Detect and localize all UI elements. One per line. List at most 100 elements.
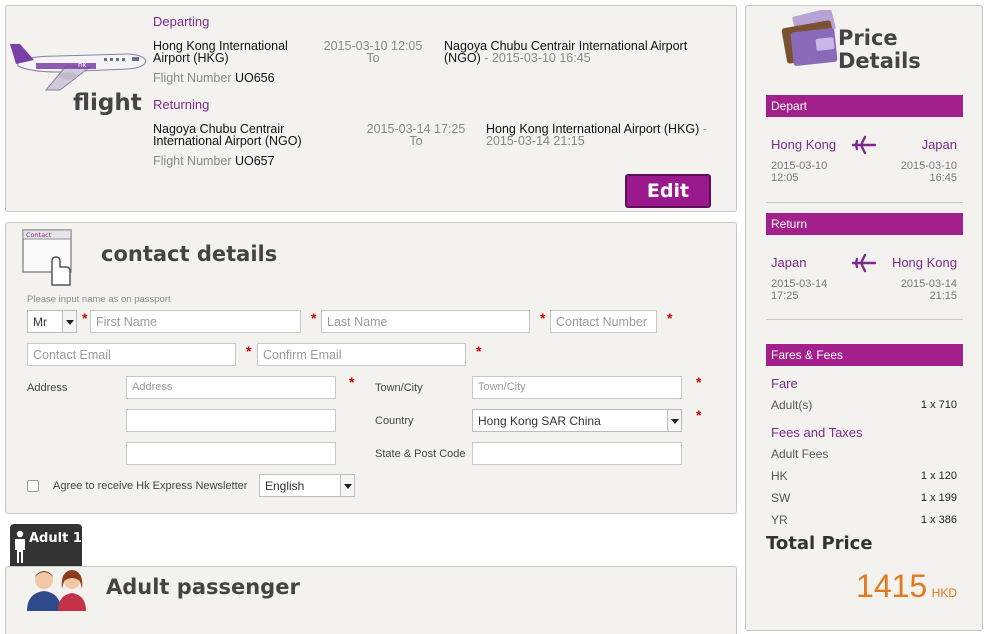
fare-label: Fare — [771, 376, 798, 391]
chevron-down-icon — [340, 475, 354, 496]
departing-label: Departing — [153, 14, 210, 29]
divider — [766, 202, 963, 203]
language-select[interactable]: English — [259, 474, 355, 497]
return-to-datetime: 2015-03-14 21:15 — [901, 278, 957, 302]
returning-flight-number: Flight Number UO657 — [153, 154, 275, 168]
departing-from-airport: Hong Kong International Airport (HKG) — [153, 39, 288, 65]
adults-value: 1 x 710 — [920, 399, 957, 411]
departing-to-airport: Nagoya Chubu Centrair International Airp… — [444, 40, 714, 65]
fee-code: SW — [771, 491, 791, 505]
total-amount: 1415 — [856, 568, 928, 604]
returning-to-airport: Hong Kong International Airport (HKG) - … — [486, 123, 726, 148]
contact-title: contact details — [101, 242, 278, 266]
title-select-value: Mr — [33, 315, 47, 329]
edit-flight-button[interactable]: Edit — [625, 174, 711, 208]
required-mark: * — [696, 374, 702, 390]
adult-fees-label: Adult Fees — [771, 447, 829, 461]
address-label: Address — [27, 382, 68, 394]
return-from-date: 2015-03-14 — [771, 278, 828, 290]
depart-to-city: Japan — [921, 137, 957, 152]
chevron-down-icon — [667, 410, 681, 431]
adult-passenger-panel: Adult passenger — [5, 566, 737, 634]
chevron-down-icon — [62, 311, 76, 332]
address-line3-input[interactable] — [126, 442, 336, 465]
contact-details-panel: Contact contact details Please input nam… — [5, 222, 737, 514]
fees-taxes-label: Fees and Taxes — [771, 425, 863, 440]
contact-email-input[interactable]: Contact Email — [27, 343, 236, 366]
country-select[interactable]: Hong Kong SAR China — [472, 409, 682, 432]
country-label: Country — [375, 415, 414, 427]
depart-to-time: 16:45 — [929, 172, 957, 184]
flight-number-value: UO657 — [234, 154, 275, 168]
return-from-city: Japan — [771, 255, 807, 270]
address-line1-input[interactable]: Address — [126, 376, 336, 399]
adult-tab-label: Adult 1 — [29, 531, 82, 546]
total-price: 1415 HKD — [856, 568, 957, 605]
state-postcode-label: State & Post Code — [375, 448, 466, 460]
currency: HKD — [931, 586, 957, 600]
fee-value: 1 x 386 — [920, 514, 957, 526]
fares-fees-header: Fares & Fees — [766, 344, 963, 366]
town-label: Town/City — [375, 382, 423, 394]
returning-from-airport: Nagoya Chubu Centrair International Airp… — [153, 122, 302, 148]
last-name-input[interactable]: Last Name — [321, 310, 530, 333]
passengers-icon — [27, 570, 86, 611]
required-mark: * — [696, 407, 702, 423]
price-title-line1: Price — [838, 26, 898, 50]
airplane-icon: hk — [10, 44, 147, 91]
contact-form-icon: Contact — [22, 229, 72, 286]
contact-icon-text: Contact — [26, 231, 52, 239]
flight-number-label: Flight Number — [153, 154, 232, 168]
departing-datetime: 2015-03-10 12:05 To — [318, 40, 428, 65]
price-title-line2: Details — [838, 49, 921, 73]
return-header: Return — [766, 213, 963, 235]
departing-to-word: To — [366, 51, 380, 65]
town-input[interactable]: Town/City — [472, 376, 682, 399]
first-name-input[interactable]: First Name — [90, 310, 301, 333]
fee-code: YR — [771, 513, 788, 527]
adult-passenger-title: Adult passenger — [106, 575, 300, 599]
required-mark: * — [540, 310, 546, 326]
required-mark: * — [667, 310, 673, 326]
price-details-panel: Price Details Depart Hong Kong Japan 201… — [745, 5, 983, 631]
contact-number-input[interactable]: Contact Number — [550, 310, 657, 333]
returning-to-word: To — [409, 134, 423, 148]
flight-section-word: flight — [73, 90, 142, 116]
required-mark: * — [311, 310, 317, 326]
return-from-datetime: 2015-03-14 17:25 — [771, 278, 827, 302]
required-mark: * — [82, 310, 88, 326]
returning-label: Returning — [153, 97, 210, 112]
plane-logo-text: hk — [78, 61, 87, 69]
divider — [766, 319, 963, 320]
newsletter-checkbox[interactable] — [27, 480, 39, 492]
address-line2-input[interactable] — [126, 409, 336, 432]
departing-flight-number: Flight Number UO656 — [153, 71, 275, 85]
return-to-date: 2015-03-14 — [900, 278, 957, 290]
passport-hint: Please input name as on passport — [27, 294, 171, 305]
adults-label: Adult(s) — [771, 398, 813, 412]
flight-summary-panel: hk flight Departing Hong Kong Internatio… — [5, 5, 737, 212]
title-select[interactable]: Mr — [27, 310, 77, 333]
wallet-icon — [781, 10, 838, 66]
required-mark: * — [349, 374, 355, 390]
flight-number-label: Flight Number — [153, 71, 232, 85]
returning-datetime: 2015-03-14 17:25 To — [361, 123, 471, 148]
return-to-time: 21:15 — [929, 290, 957, 302]
depart-from-date: 2015-03-10 — [771, 160, 828, 172]
return-from-time: 17:25 — [771, 290, 799, 302]
depart-to-datetime: 2015-03-10 16:45 — [901, 160, 957, 184]
fee-value: 1 x 199 — [920, 492, 957, 504]
adult-tab[interactable]: Adult 1 — [10, 524, 82, 566]
required-mark: * — [246, 343, 252, 359]
depart-from-time: 12:05 — [771, 172, 799, 184]
person-icon — [15, 530, 25, 563]
country-select-value: Hong Kong SAR China — [478, 414, 601, 428]
depart-to-date: 2015-03-10 — [900, 160, 957, 172]
plane-icon — [852, 135, 876, 155]
state-postcode-input[interactable] — [472, 442, 682, 465]
departing-arrival: - 2015-03-10 16:45 — [484, 51, 591, 65]
language-select-value: English — [265, 479, 305, 493]
fee-value: 1 x 120 — [920, 470, 957, 482]
confirm-email-input[interactable]: Confirm Email — [257, 343, 466, 366]
depart-from-datetime: 2015-03-10 12:05 — [771, 160, 827, 184]
